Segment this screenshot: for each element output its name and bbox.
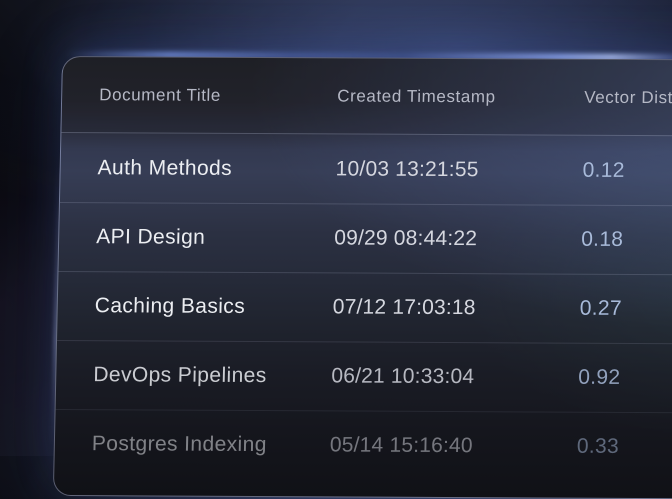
vector-distance: 0.92 [578, 366, 672, 391]
table-row[interactable]: Postgres Indexing 05/14 15:16:40 0.33 [54, 409, 672, 481]
table-row[interactable]: API Design 09/29 08:44:22 0.18 [58, 202, 672, 274]
column-header-document-title: Document Title [99, 85, 337, 106]
documents-table: Document Title Created Timestamp Vector … [53, 56, 672, 499]
document-title: API Design [96, 225, 334, 250]
documents-table-card: Document Title Created Timestamp Vector … [53, 56, 672, 499]
created-timestamp: 10/03 13:21:55 [335, 157, 582, 182]
vector-distance: 0.18 [581, 228, 672, 253]
table-row[interactable]: DevOps Pipelines 06/21 10:33:04 0.92 [56, 340, 672, 412]
vector-distance: 0.27 [580, 297, 672, 322]
document-title: DevOps Pipelines [93, 363, 331, 388]
table-row[interactable]: Caching Basics 07/12 17:03:18 0.27 [57, 271, 672, 343]
document-title: Postgres Indexing [92, 432, 330, 457]
table-row[interactable]: Auth Methods 10/03 13:21:55 0.12 [60, 133, 672, 205]
scene-background: { "table": { "columns": [ { "label": "Do… [0, 0, 672, 456]
vector-distance: 0.12 [582, 158, 672, 183]
column-header-vector-distance: Vector Distance [584, 87, 672, 108]
created-timestamp: 06/21 10:33:04 [331, 364, 578, 389]
table-header: Document Title Created Timestamp Vector … [61, 57, 672, 136]
created-timestamp: 09/29 08:44:22 [334, 226, 581, 251]
created-timestamp: 07/12 17:03:18 [333, 295, 580, 320]
created-timestamp: 05/14 15:16:40 [330, 433, 577, 458]
document-title: Auth Methods [97, 156, 335, 181]
document-title: Caching Basics [95, 294, 333, 319]
column-header-created-timestamp: Created Timestamp [337, 86, 584, 107]
